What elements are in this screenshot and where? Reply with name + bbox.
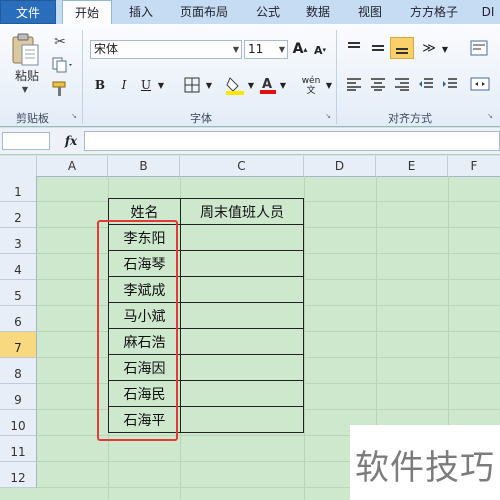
grow-font-icon[interactable]: A ▴ <box>293 40 308 58</box>
align-right-icon[interactable] <box>392 74 412 94</box>
column-header-b[interactable]: B <box>108 156 180 176</box>
watermark-text: 软件技巧 <box>355 448 495 488</box>
duty-cell[interactable] <box>180 354 304 381</box>
align-top-icon[interactable] <box>344 38 364 58</box>
wrap-text-icon[interactable] <box>468 38 490 58</box>
group-separator <box>336 30 337 124</box>
row-header-8[interactable]: 8 <box>0 358 37 384</box>
row-header-2[interactable]: 2 <box>0 202 37 228</box>
phonetic-icon[interactable]: wén 文 <box>298 74 324 98</box>
duty-cell[interactable] <box>180 276 304 303</box>
border-icon[interactable] <box>182 76 202 94</box>
clipboard-group-label: 剪贴板 <box>16 112 49 125</box>
align-left-icon[interactable] <box>344 74 364 94</box>
font-size-value: 11 <box>248 42 264 56</box>
duty-cell[interactable] <box>180 250 304 277</box>
insert-function-button[interactable]: fx <box>60 132 82 150</box>
orientation-dropdown-icon[interactable]: ▼ <box>440 44 450 54</box>
row-header-9[interactable]: 9 <box>0 384 37 410</box>
tab-home[interactable]: 开始 <box>62 0 112 25</box>
row-header-6[interactable]: 6 <box>0 306 37 332</box>
font-name-value: 宋体 <box>94 42 119 56</box>
svg-text:A: A <box>262 77 272 92</box>
formula-input[interactable] <box>84 131 500 151</box>
column-header-e[interactable]: E <box>376 156 448 176</box>
italic-button[interactable]: I <box>116 76 132 94</box>
tab-di[interactable]: DI <box>476 0 500 24</box>
column-header-a[interactable]: A <box>37 156 108 176</box>
column-header-d[interactable]: D <box>304 156 376 176</box>
duty-cell[interactable] <box>180 406 304 433</box>
fill-dropdown-icon[interactable]: ▼ <box>246 80 256 90</box>
increase-indent-icon[interactable] <box>440 74 460 94</box>
chevron-down-icon: ▼ <box>232 45 239 54</box>
paste-icon[interactable] <box>8 32 42 68</box>
copy-icon[interactable] <box>50 56 76 74</box>
row-header-7-selected[interactable]: 7 <box>0 332 37 358</box>
orientation-icon[interactable]: ≫ <box>418 38 440 58</box>
underline-dropdown-icon[interactable]: ▼ <box>156 80 166 90</box>
name-box[interactable] <box>2 132 50 150</box>
group-separator <box>82 30 83 124</box>
font-size-select[interactable]: 11 ▼ <box>244 40 288 59</box>
column-header-c[interactable]: C <box>180 156 304 176</box>
alignment-launcher-icon[interactable]: ↘ <box>486 112 494 120</box>
tab-insert[interactable]: 插入 <box>122 0 160 24</box>
row-header-3[interactable]: 3 <box>0 228 37 254</box>
duty-cell[interactable] <box>180 380 304 407</box>
highlight-box <box>97 220 178 441</box>
tab-page-layout[interactable]: 页面布局 <box>170 0 238 24</box>
alignment-group-label: 对齐方式 <box>388 112 432 125</box>
align-bottom-icon[interactable] <box>390 37 414 59</box>
align-middle-icon[interactable] <box>368 38 388 58</box>
tab-formulas[interactable]: 公式 <box>248 0 288 24</box>
row-header-1[interactable]: 1 <box>0 176 37 202</box>
chevron-down-icon: ▼ <box>278 45 285 54</box>
phonetic-dropdown-icon[interactable]: ▼ <box>324 80 334 90</box>
tab-view[interactable]: 视图 <box>350 0 390 24</box>
tab-data[interactable]: 数据 <box>298 0 338 24</box>
font-launcher-icon[interactable]: ↘ <box>324 112 332 120</box>
font-group-label: 字体 <box>190 112 212 125</box>
row-header-5[interactable]: 5 <box>0 280 37 306</box>
decrease-indent-icon[interactable] <box>416 74 436 94</box>
header-cell-duty[interactable]: 周末值班人员 <box>180 198 304 225</box>
align-center-icon[interactable] <box>368 74 388 94</box>
font-name-select[interactable]: 宋体 ▼ <box>90 40 242 59</box>
underline-button[interactable]: U <box>138 76 154 94</box>
grid-line <box>304 176 305 500</box>
ribbon-tab-bar: 文件 开始 插入 页面布局 公式 数据 视图 方方格子 DI <box>0 0 500 25</box>
row-header-11[interactable]: 11 <box>0 436 37 462</box>
column-header-f[interactable]: F <box>448 156 500 176</box>
tab-file[interactable]: 文件 <box>0 0 56 24</box>
duty-cell[interactable] <box>180 302 304 329</box>
cut-icon[interactable]: ✂ <box>50 33 70 51</box>
border-dropdown-icon[interactable]: ▼ <box>204 80 214 90</box>
shrink-font-icon[interactable]: A ▾ <box>313 42 327 58</box>
paste-label[interactable]: 粘贴 <box>10 68 44 83</box>
format-painter-icon[interactable] <box>50 80 70 98</box>
merge-center-icon[interactable] <box>468 74 492 94</box>
duty-cell[interactable] <box>180 224 304 251</box>
row-header-4[interactable]: 4 <box>0 254 37 280</box>
tab-fangfanggezi[interactable]: 方方格子 <box>400 0 468 24</box>
clipboard-launcher-icon[interactable]: ↘ <box>70 112 78 120</box>
select-all-corner[interactable] <box>0 156 37 176</box>
font-color-icon[interactable]: A <box>258 74 278 96</box>
fill-color-icon[interactable] <box>224 74 246 96</box>
row-header-12[interactable]: 12 <box>0 462 37 488</box>
duty-cell[interactable] <box>180 328 304 355</box>
row-header-10[interactable]: 10 <box>0 410 37 436</box>
font-color-dropdown-icon[interactable]: ▼ <box>278 80 288 90</box>
bold-button[interactable]: B <box>92 76 108 94</box>
paste-dropdown-icon[interactable]: ▼ <box>18 84 32 94</box>
